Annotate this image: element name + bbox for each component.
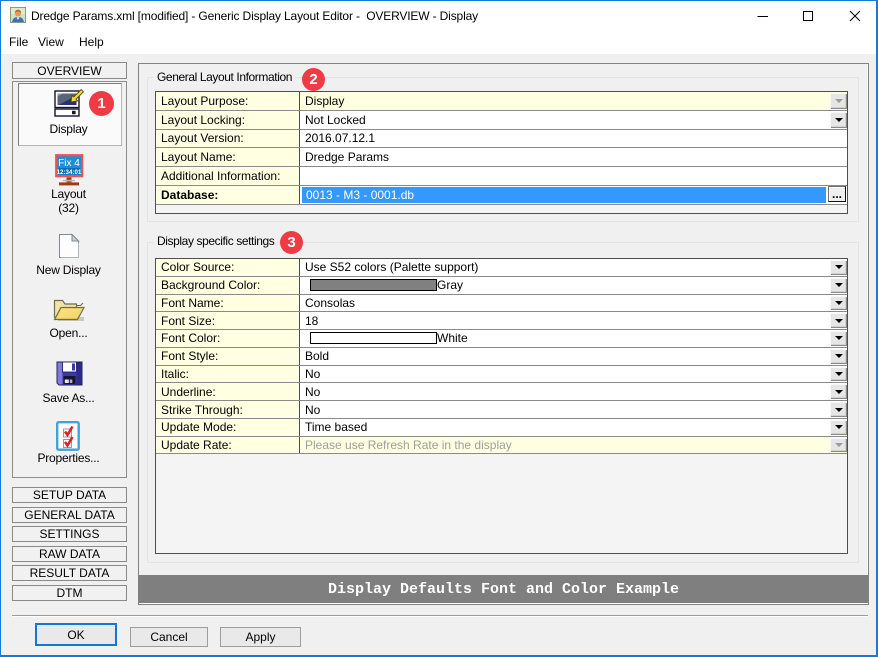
svg-text:Fix 4: Fix 4 <box>58 158 80 169</box>
svg-text:12:34:01: 12:34:01 <box>57 169 82 176</box>
